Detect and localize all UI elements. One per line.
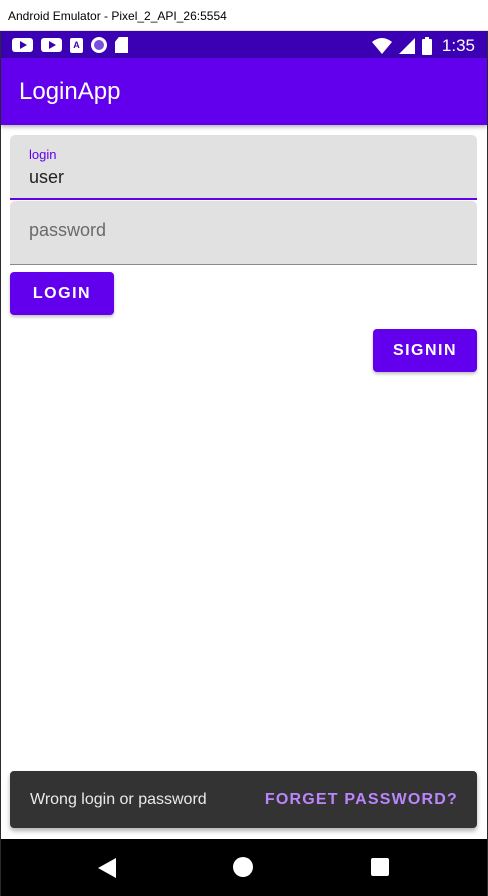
signin-button[interactable]: SIGNIN [373, 329, 477, 372]
youtube-icon [41, 38, 62, 52]
navigation-bar [1, 839, 487, 896]
home-icon[interactable] [233, 857, 253, 877]
error-snackbar: Wrong login or password FORGET PASSWORD? [10, 771, 477, 828]
status-clock: 1:35 [441, 36, 475, 55]
youtube-icon [12, 38, 33, 52]
login-button[interactable]: LOGIN [10, 272, 114, 315]
password-field-placeholder[interactable]: password [29, 220, 106, 241]
wifi-icon [371, 38, 392, 54]
recents-icon[interactable] [371, 858, 389, 876]
device-screen: A 1:35 LoginApp login user password LOGI… [0, 31, 488, 896]
login-field-value[interactable]: user [29, 167, 64, 188]
password-field[interactable]: password [10, 201, 477, 265]
circle-icon [91, 37, 107, 53]
app-bar: LoginApp [1, 58, 487, 125]
forget-password-button[interactable]: FORGET PASSWORD? [265, 791, 458, 809]
system-icons: 1:35 [371, 36, 475, 56]
status-bar: A 1:35 [1, 31, 487, 58]
battery-icon [421, 37, 432, 55]
snackbar-message: Wrong login or password [30, 791, 207, 808]
login-field[interactable]: login user [10, 135, 477, 200]
app-title: LoginApp [19, 78, 121, 105]
back-icon[interactable] [98, 858, 116, 878]
a-badge-icon: A [70, 37, 83, 53]
signal-icon [398, 38, 415, 54]
emulator-window-title: Android Emulator - Pixel_2_API_26:5554 [0, 0, 488, 31]
login-field-label: login [29, 147, 57, 162]
sd-card-icon [115, 37, 128, 53]
notification-icons: A [12, 37, 128, 53]
